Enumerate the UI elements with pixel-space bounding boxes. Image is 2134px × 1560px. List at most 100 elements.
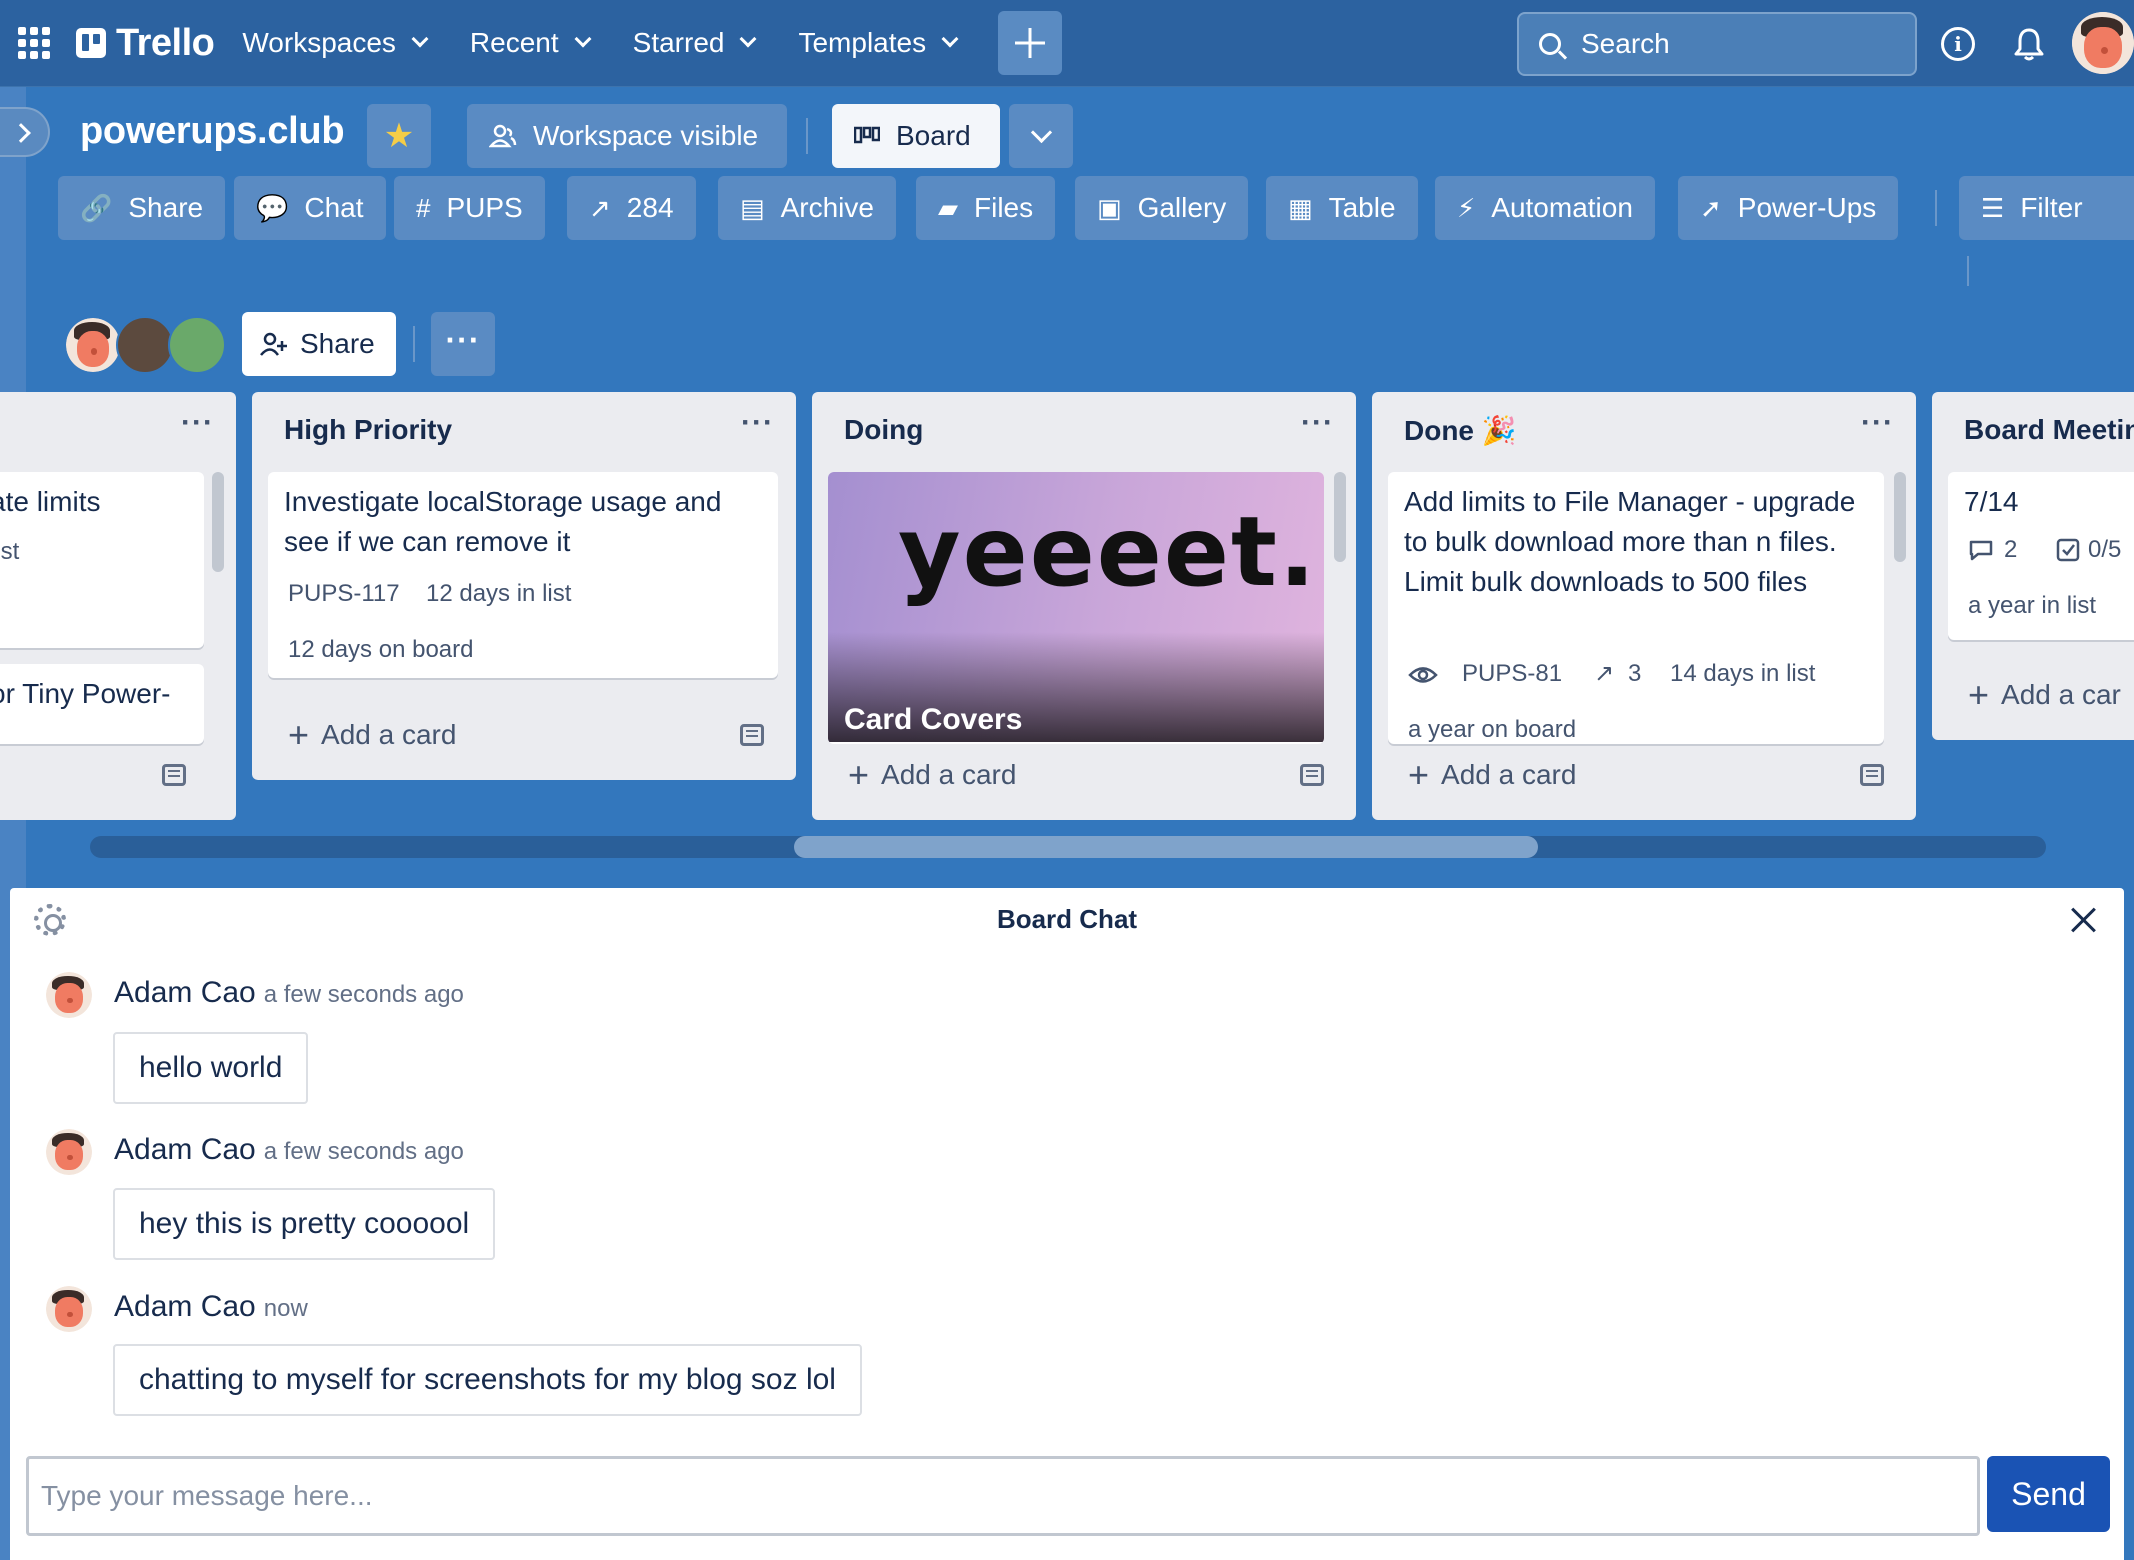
nav-starred[interactable]: Starred [617, 13, 771, 73]
plus-icon: + [848, 754, 870, 795]
list-column: Board Meetin 7/14 2 0/5 a year in list +… [1932, 392, 2134, 740]
board-view-label: Board [896, 120, 971, 151]
add-card-button[interactable]: + Add a card [288, 714, 456, 756]
message-time: a few seconds ago [263, 981, 464, 1008]
card-template-icon[interactable] [1300, 764, 1324, 786]
chevron-down-icon [574, 30, 592, 48]
list-scrollbar[interactable] [1334, 472, 1346, 562]
list-title[interactable]: High Priority [284, 414, 452, 446]
nav-recent-label: Recent [469, 27, 559, 58]
send-button[interactable]: Send [1987, 1456, 2110, 1532]
comment-icon [1969, 540, 1993, 561]
chevron-down-icon [941, 30, 959, 48]
toolbar-powerups-button[interactable]: ➚ Power-Ups [1678, 176, 1899, 240]
add-card-button[interactable]: + Add a card [848, 754, 1016, 796]
card[interactable]: 7/14 2 0/5 a year in list [1948, 472, 2134, 640]
toolbar-archive-button[interactable]: ▤ Archive [718, 176, 896, 240]
share-board-button[interactable]: Share [242, 312, 396, 376]
account-avatar[interactable] [2072, 12, 2134, 74]
nav-workspaces[interactable]: Workspaces [226, 13, 442, 73]
toolbar-automation-button[interactable]: ⚡ Automation [1435, 176, 1655, 240]
checklist-count: 0/5 [2088, 536, 2122, 563]
nav-recent[interactable]: Recent [454, 13, 605, 73]
card[interactable]: Investigate localStorage usage and see i… [268, 472, 778, 678]
avatar-face [66, 318, 120, 372]
add-card-label: Add a card [321, 719, 457, 750]
card-days-on-board: 12 days on board [288, 636, 474, 663]
toolbar-share-button[interactable]: 🔗 Share [58, 176, 226, 240]
card-id: PUPS-117 [288, 580, 400, 607]
chat-title: Board Chat [996, 904, 1138, 934]
trending-icon: ↗ [1594, 660, 1615, 687]
message-author: Adam Cao [114, 1133, 256, 1166]
visibility-button[interactable]: Workspace visible [467, 104, 787, 168]
create-button[interactable] [998, 11, 1063, 75]
add-card-label: Add a card [1441, 759, 1577, 790]
card-days-in-list: 14 days in list [1670, 660, 1816, 687]
add-card-button[interactable]: + Add a card [1408, 754, 1576, 796]
board-title[interactable]: powerups.club [80, 110, 345, 153]
member-avatar[interactable] [168, 316, 226, 374]
toolbar-table-label: Table [1328, 192, 1396, 223]
toolbar-pups-button[interactable]: # PUPS [394, 176, 545, 240]
list-scrollbar[interactable] [1894, 472, 1906, 562]
card[interactable]: or Tiny Power- [0, 664, 204, 744]
card-template-icon[interactable] [1860, 764, 1884, 786]
toolbar-pups-label: PUPS [446, 192, 523, 223]
view-switcher-button[interactable] [1009, 104, 1073, 168]
plus-icon: + [1968, 674, 1990, 715]
toolbar-chat-button[interactable]: 💬 Chat [234, 176, 386, 240]
card-title: Card Covers [844, 703, 1023, 736]
bell-icon[interactable] [2012, 26, 2046, 62]
toolbar-filter-button[interactable]: ☰ Filter [1959, 176, 2134, 240]
chat-message-input[interactable] [26, 1456, 1980, 1536]
card[interactable]: Add limits to File Manager - upgrade to … [1388, 472, 1884, 744]
nav-workspaces-label: Workspaces [242, 27, 396, 58]
toolbar-table-button[interactable]: ▦ Table [1266, 176, 1418, 240]
card[interactable]: ate limits list [0, 472, 204, 648]
list-menu-icon[interactable]: ··· [1301, 406, 1334, 440]
card-days-in-list: 12 days in list [426, 580, 572, 607]
star-board-button[interactable]: ★ [367, 104, 431, 168]
card-template-icon[interactable] [740, 724, 764, 746]
close-icon[interactable] [2070, 906, 2098, 934]
divider [1967, 256, 1969, 286]
list-scrollbar[interactable] [212, 472, 224, 572]
info-icon[interactable]: i [1941, 27, 1975, 61]
toolbar-count-label: 284 [626, 192, 674, 223]
member-avatar[interactable] [116, 316, 174, 374]
trello-logo[interactable]: Trello [76, 21, 215, 65]
message-time: now [263, 1295, 308, 1322]
list-title[interactable]: Board Meetin [1964, 414, 2134, 446]
app-switcher-icon[interactable] [16, 25, 52, 61]
message-author: Adam Cao [114, 1290, 256, 1323]
board-view-button[interactable]: Board [832, 104, 1000, 168]
board-horizontal-scrollbar[interactable] [90, 836, 2046, 858]
search-input[interactable]: Search [1517, 12, 1917, 76]
scrollbar-thumb[interactable] [794, 836, 1538, 858]
list-title[interactable]: Done 🎉 [1404, 414, 1517, 447]
search-placeholder: Search [1581, 28, 1670, 59]
nav-templates[interactable]: Templates [782, 13, 972, 73]
card-title: 7/14 [1964, 486, 2019, 517]
logo-text: Trello [116, 21, 215, 64]
card-template-icon[interactable] [162, 764, 186, 786]
list-menu-icon[interactable]: ··· [1861, 406, 1894, 440]
card-trend-count: 3 [1628, 660, 1642, 687]
member-avatar[interactable] [64, 316, 122, 374]
toolbar-count-button[interactable]: ↗ 284 [567, 176, 696, 240]
board-menu-button[interactable]: ··· [431, 312, 495, 376]
list-column: Done 🎉 ··· Add limits to File Manager - … [1372, 392, 1916, 820]
plus-icon: + [1408, 754, 1430, 795]
expand-sidebar-button[interactable] [0, 107, 50, 157]
link-icon: 🔗 [80, 192, 113, 223]
toolbar-gallery-button[interactable]: ▣ Gallery [1075, 176, 1249, 240]
card-title: or Tiny Power- [0, 678, 171, 709]
card-with-cover[interactable]: yeeeet. Card Covers [828, 472, 1324, 744]
list-title[interactable]: Doing [844, 414, 923, 446]
list-menu-icon[interactable]: ··· [181, 406, 214, 440]
toolbar-files-button[interactable]: ▰ Files [916, 176, 1056, 240]
list-menu-icon[interactable]: ··· [741, 406, 774, 440]
add-card-button[interactable]: + Add a car [1968, 674, 2121, 716]
toolbar-powerups-label: Power-Ups [1737, 192, 1877, 223]
